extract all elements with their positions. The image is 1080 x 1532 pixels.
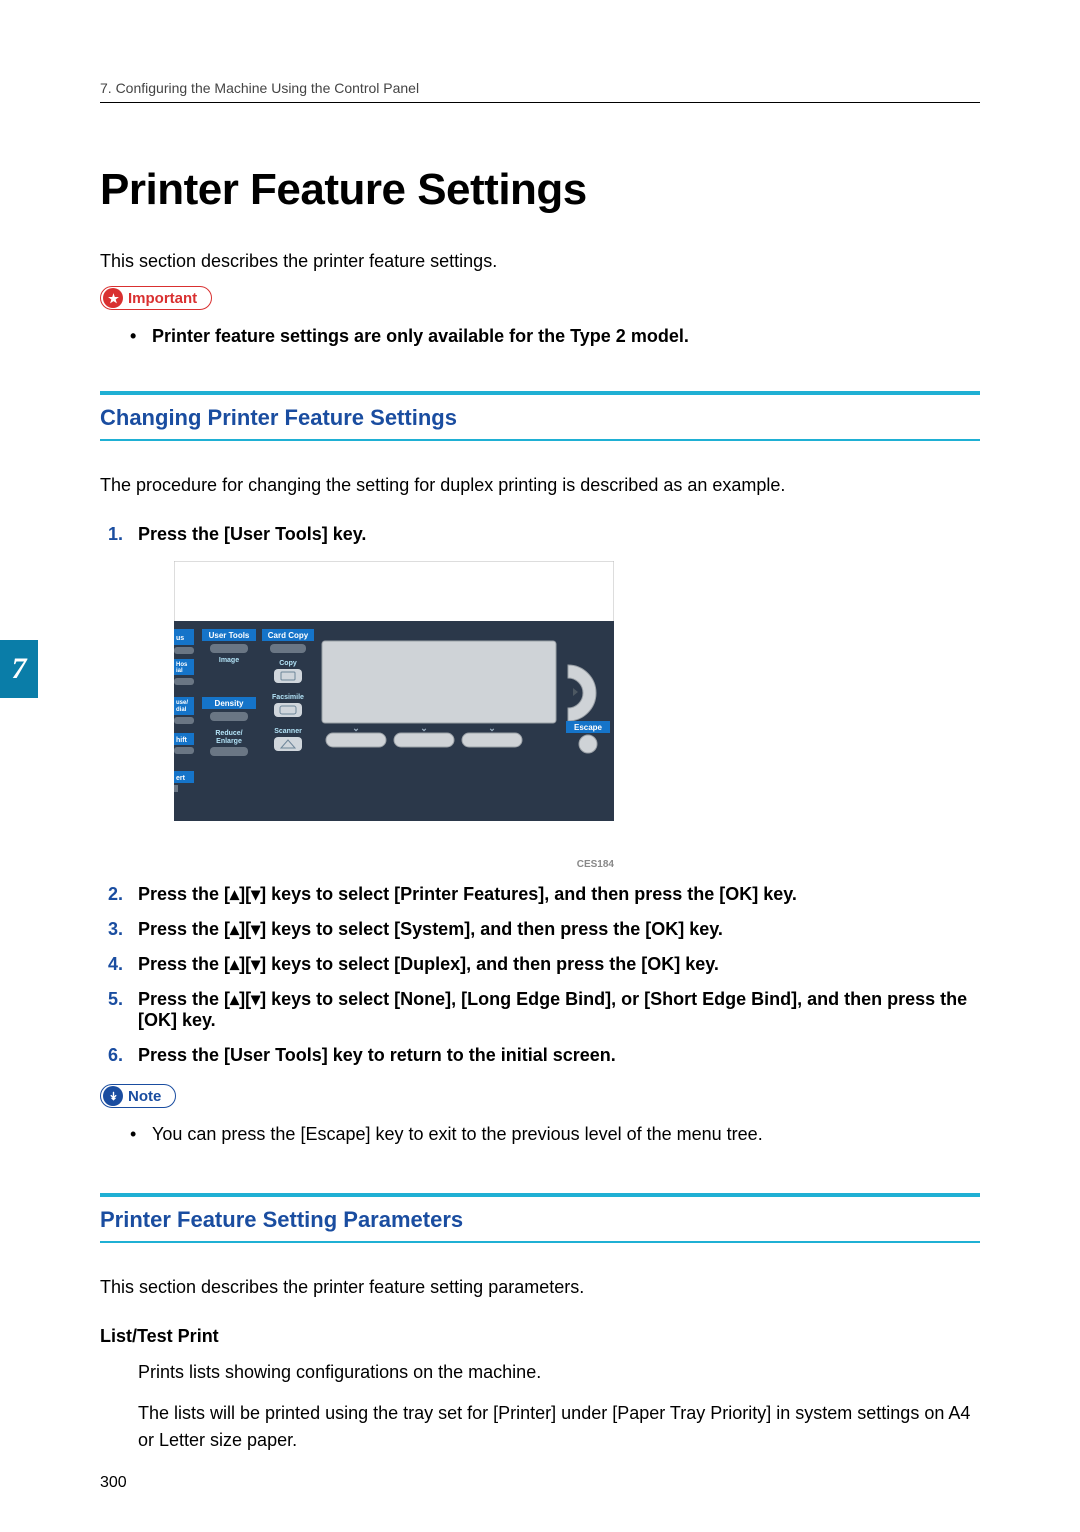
param-desc-2: The lists will be printed using the tray…	[138, 1400, 980, 1454]
svg-text:Escape: Escape	[574, 723, 603, 732]
step-5: Press the [▴][▾] keys to select [None], …	[100, 989, 980, 1031]
svg-text:Facsimile: Facsimile	[272, 694, 304, 701]
svg-text:⌄: ⌄	[420, 723, 428, 733]
note-callout: Note	[100, 1084, 176, 1108]
page-title: Printer Feature Settings	[100, 165, 980, 215]
important-callout: Important	[100, 286, 212, 310]
svg-text:Scanner: Scanner	[274, 728, 302, 735]
svg-text:Density: Density	[215, 699, 244, 708]
page-header: 7. Configuring the Machine Using the Con…	[100, 80, 980, 96]
svg-text:Card Copy: Card Copy	[268, 631, 309, 640]
star-icon	[103, 288, 123, 308]
param-term: List/Test Print	[100, 1326, 980, 1347]
section2-divider-top	[100, 1193, 980, 1197]
header-divider	[100, 102, 980, 103]
svg-text:User Tools: User Tools	[209, 631, 250, 640]
page-number: 300	[100, 1474, 127, 1492]
section-divider-top	[100, 391, 980, 395]
svg-text:ert: ert	[176, 775, 186, 782]
section-heading-1: Changing Printer Feature Settings	[100, 405, 980, 431]
section2-divider-bottom	[100, 1241, 980, 1243]
figure-caption: CES184	[174, 859, 614, 870]
svg-text:Enlarge: Enlarge	[216, 738, 242, 745]
step-3: Press the [▴][▾] keys to select [System]…	[100, 919, 980, 940]
svg-text:dial: dial	[176, 707, 187, 713]
step-4: Press the [▴][▾] keys to select [Duplex]…	[100, 954, 980, 975]
intro-text: This section describes the printer featu…	[100, 251, 980, 272]
svg-text:ial: ial	[176, 668, 183, 674]
down-arrow-icon	[103, 1086, 123, 1106]
step-1: Press the [User Tools] key. us Hos ial u…	[100, 524, 980, 870]
svg-text:use/: use/	[176, 700, 188, 706]
section1-body: The procedure for changing the setting f…	[100, 475, 980, 496]
svg-text:⌄: ⌄	[488, 723, 496, 733]
important-label: Important	[128, 290, 197, 307]
note-label: Note	[128, 1088, 161, 1105]
svg-text:Reduce/: Reduce/	[215, 730, 242, 737]
step-2: Press the [▴][▾] keys to select [Printer…	[100, 884, 980, 905]
important-bullet-1: Printer feature settings are only availa…	[100, 326, 980, 347]
control-panel-figure: us Hos ial use/ dial hift ert	[174, 561, 980, 870]
step-6: Press the [User Tools] key to return to …	[100, 1045, 980, 1066]
section2-body: This section describes the printer featu…	[100, 1277, 980, 1298]
note-bullets: You can press the [Escape] key to exit t…	[100, 1124, 980, 1145]
svg-text:Copy: Copy	[279, 660, 297, 667]
section-divider-bottom	[100, 439, 980, 441]
page-body: 7. Configuring the Machine Using the Con…	[0, 0, 1080, 1528]
svg-text:hift: hift	[176, 737, 188, 744]
important-bullets: Printer feature settings are only availa…	[100, 326, 980, 347]
control-panel-illustration: us Hos ial use/ dial hift ert	[174, 561, 614, 857]
section-heading-2: Printer Feature Setting Parameters	[100, 1207, 980, 1233]
param-desc-1: Prints lists showing configurations on t…	[138, 1359, 980, 1386]
svg-text:Image: Image	[219, 657, 239, 664]
procedure-steps: Press the [User Tools] key. us Hos ial u…	[100, 524, 980, 1066]
svg-text:⌄: ⌄	[352, 723, 360, 733]
svg-text:us: us	[176, 635, 184, 642]
note-bullet-1: You can press the [Escape] key to exit t…	[100, 1124, 980, 1145]
